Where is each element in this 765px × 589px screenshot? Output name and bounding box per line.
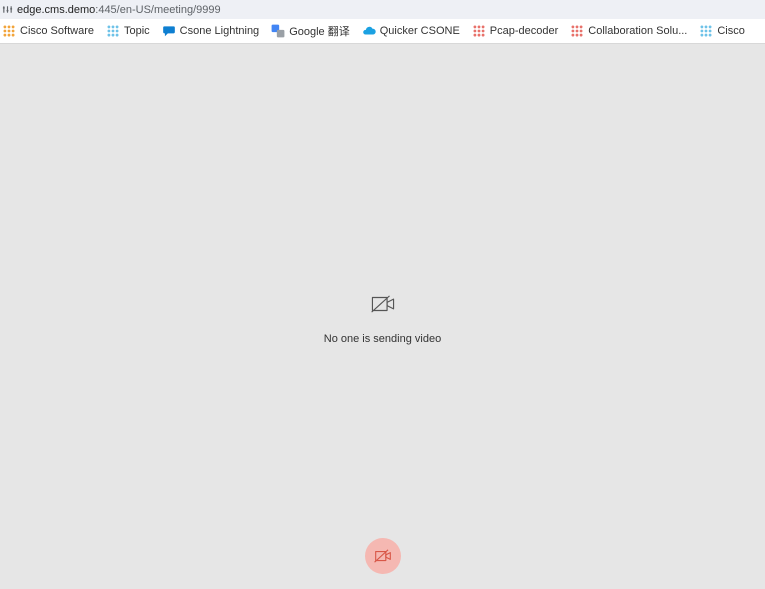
address-bar[interactable]: edge.cms.demo:445/en-US/meeting/9999 xyxy=(0,0,765,19)
grid-icon xyxy=(570,24,584,38)
grid-icon xyxy=(472,24,486,38)
bookmark-topic[interactable]: Topic xyxy=(106,24,150,38)
no-video-text: No one is sending video xyxy=(324,333,441,345)
no-video-placeholder: No one is sending video xyxy=(0,294,765,345)
address-text[interactable]: edge.cms.demo:445/en-US/meeting/9999 xyxy=(17,4,221,16)
bookmark-label: Pcap-decoder xyxy=(490,25,559,37)
bookmark-collaboration-solutions[interactable]: Collaboration Solu... xyxy=(570,24,687,38)
bookmark-csone-lightning[interactable]: Csone Lightning xyxy=(162,24,260,38)
camera-off-icon xyxy=(374,549,392,563)
translate-icon xyxy=(271,24,285,38)
chat-icon xyxy=(162,24,176,38)
grid-icon xyxy=(2,24,16,38)
grid-icon xyxy=(699,24,713,38)
url-host: edge.cms.demo xyxy=(17,4,95,16)
camera-off-icon xyxy=(370,294,396,319)
bookmark-label: Google 翻译 xyxy=(289,23,350,39)
bookmark-label: Quicker CSONE xyxy=(380,25,460,37)
bookmark-label: Collaboration Solu... xyxy=(588,25,687,37)
bookmarks-bar: Cisco Software Topic Csone Lightning Goo… xyxy=(0,19,765,44)
bookmark-label: Cisco Software xyxy=(20,25,94,37)
bookmark-label: Csone Lightning xyxy=(180,25,260,37)
site-settings-icon[interactable] xyxy=(2,4,13,15)
meeting-content: No one is sending video xyxy=(0,44,765,589)
bookmark-label: Topic xyxy=(124,25,150,37)
url-path: :445/en-US/meeting/9999 xyxy=(95,4,220,16)
bookmark-cisco-software[interactable]: Cisco Software xyxy=(2,24,94,38)
grid-icon xyxy=(106,24,120,38)
bookmark-quicker-csone[interactable]: Quicker CSONE xyxy=(362,24,460,38)
bookmark-google-translate[interactable]: Google 翻译 xyxy=(271,23,350,39)
bookmark-label: Cisco xyxy=(717,25,745,37)
bookmark-cisco[interactable]: Cisco xyxy=(699,24,745,38)
cloud-icon xyxy=(362,24,376,38)
bookmark-pcap-decoder[interactable]: Pcap-decoder xyxy=(472,24,559,38)
toggle-camera-button[interactable] xyxy=(365,538,401,574)
